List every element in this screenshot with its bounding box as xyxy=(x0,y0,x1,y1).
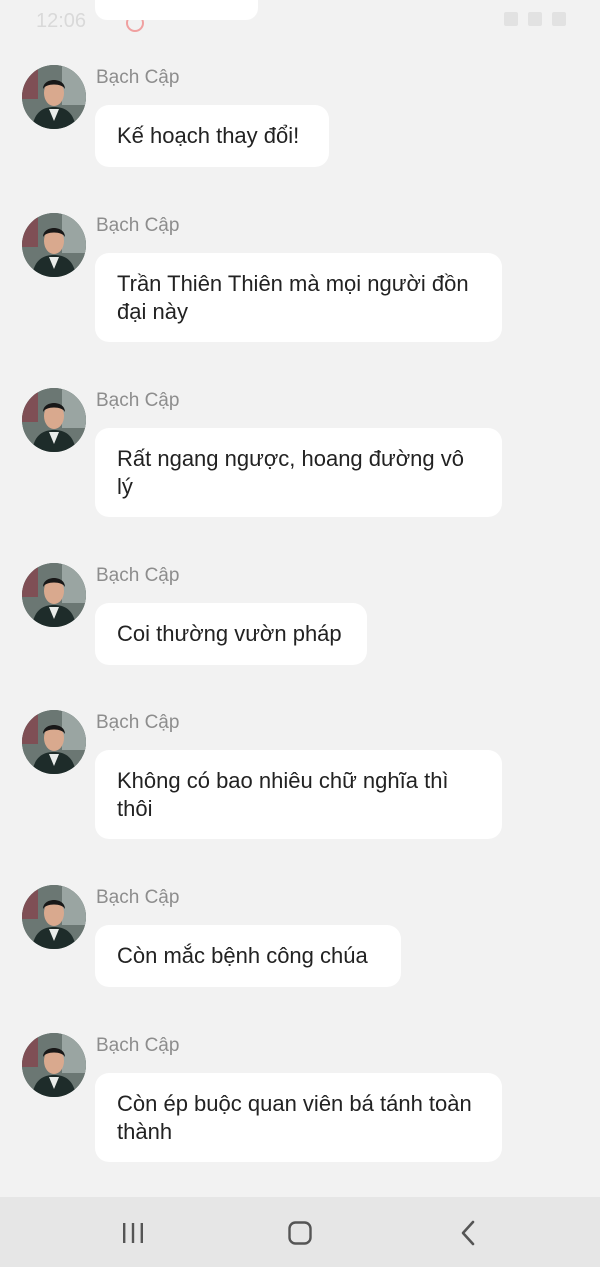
navigation-bar xyxy=(0,1197,600,1267)
message-bubble[interactable]: Trần Thiên Thiên mà mọi người đồn đại nà… xyxy=(95,253,502,342)
status-icons xyxy=(504,12,566,26)
battery-icon xyxy=(552,12,566,26)
sender-name: Bạch Cập xyxy=(96,67,180,88)
status-bar: 12:06 xyxy=(0,0,600,44)
message-bubble[interactable]: Kế hoạch thay đổi! xyxy=(95,105,329,167)
avatar[interactable] xyxy=(22,213,86,277)
sender-name: Bạch Cập xyxy=(96,887,180,908)
avatar[interactable] xyxy=(22,710,86,774)
sender-name: Bạch Cập xyxy=(96,215,180,236)
signal-icon xyxy=(528,12,542,26)
home-icon[interactable] xyxy=(280,1213,320,1253)
avatar[interactable] xyxy=(22,563,86,627)
message-bubble[interactable]: Còn ép buộc quan viên bá tánh toàn thành xyxy=(95,1073,502,1162)
sender-name: Bạch Cập xyxy=(96,390,180,411)
message-bubble[interactable]: Rất ngang ngược, hoang đường vô lý xyxy=(95,428,502,517)
message-bubble[interactable]: Coi thường vườn pháp xyxy=(95,603,367,665)
recent-apps-icon[interactable] xyxy=(113,1213,153,1253)
avatar[interactable] xyxy=(22,65,86,129)
back-icon[interactable] xyxy=(448,1213,488,1253)
avatar[interactable] xyxy=(22,388,86,452)
message-bubble[interactable]: Không có bao nhiêu chữ nghĩa thì thôi xyxy=(95,750,502,839)
avatar[interactable] xyxy=(22,1033,86,1097)
sender-name: Bạch Cập xyxy=(96,1035,180,1056)
avatar[interactable] xyxy=(22,885,86,949)
sender-name: Bạch Cập xyxy=(96,712,180,733)
sender-name: Bạch Cập xyxy=(96,565,180,586)
previous-message-bubble xyxy=(95,0,258,20)
status-time: 12:06 xyxy=(36,10,87,32)
message-bubble[interactable]: Còn mắc bệnh công chúa xyxy=(95,925,401,987)
wifi-icon xyxy=(504,12,518,26)
